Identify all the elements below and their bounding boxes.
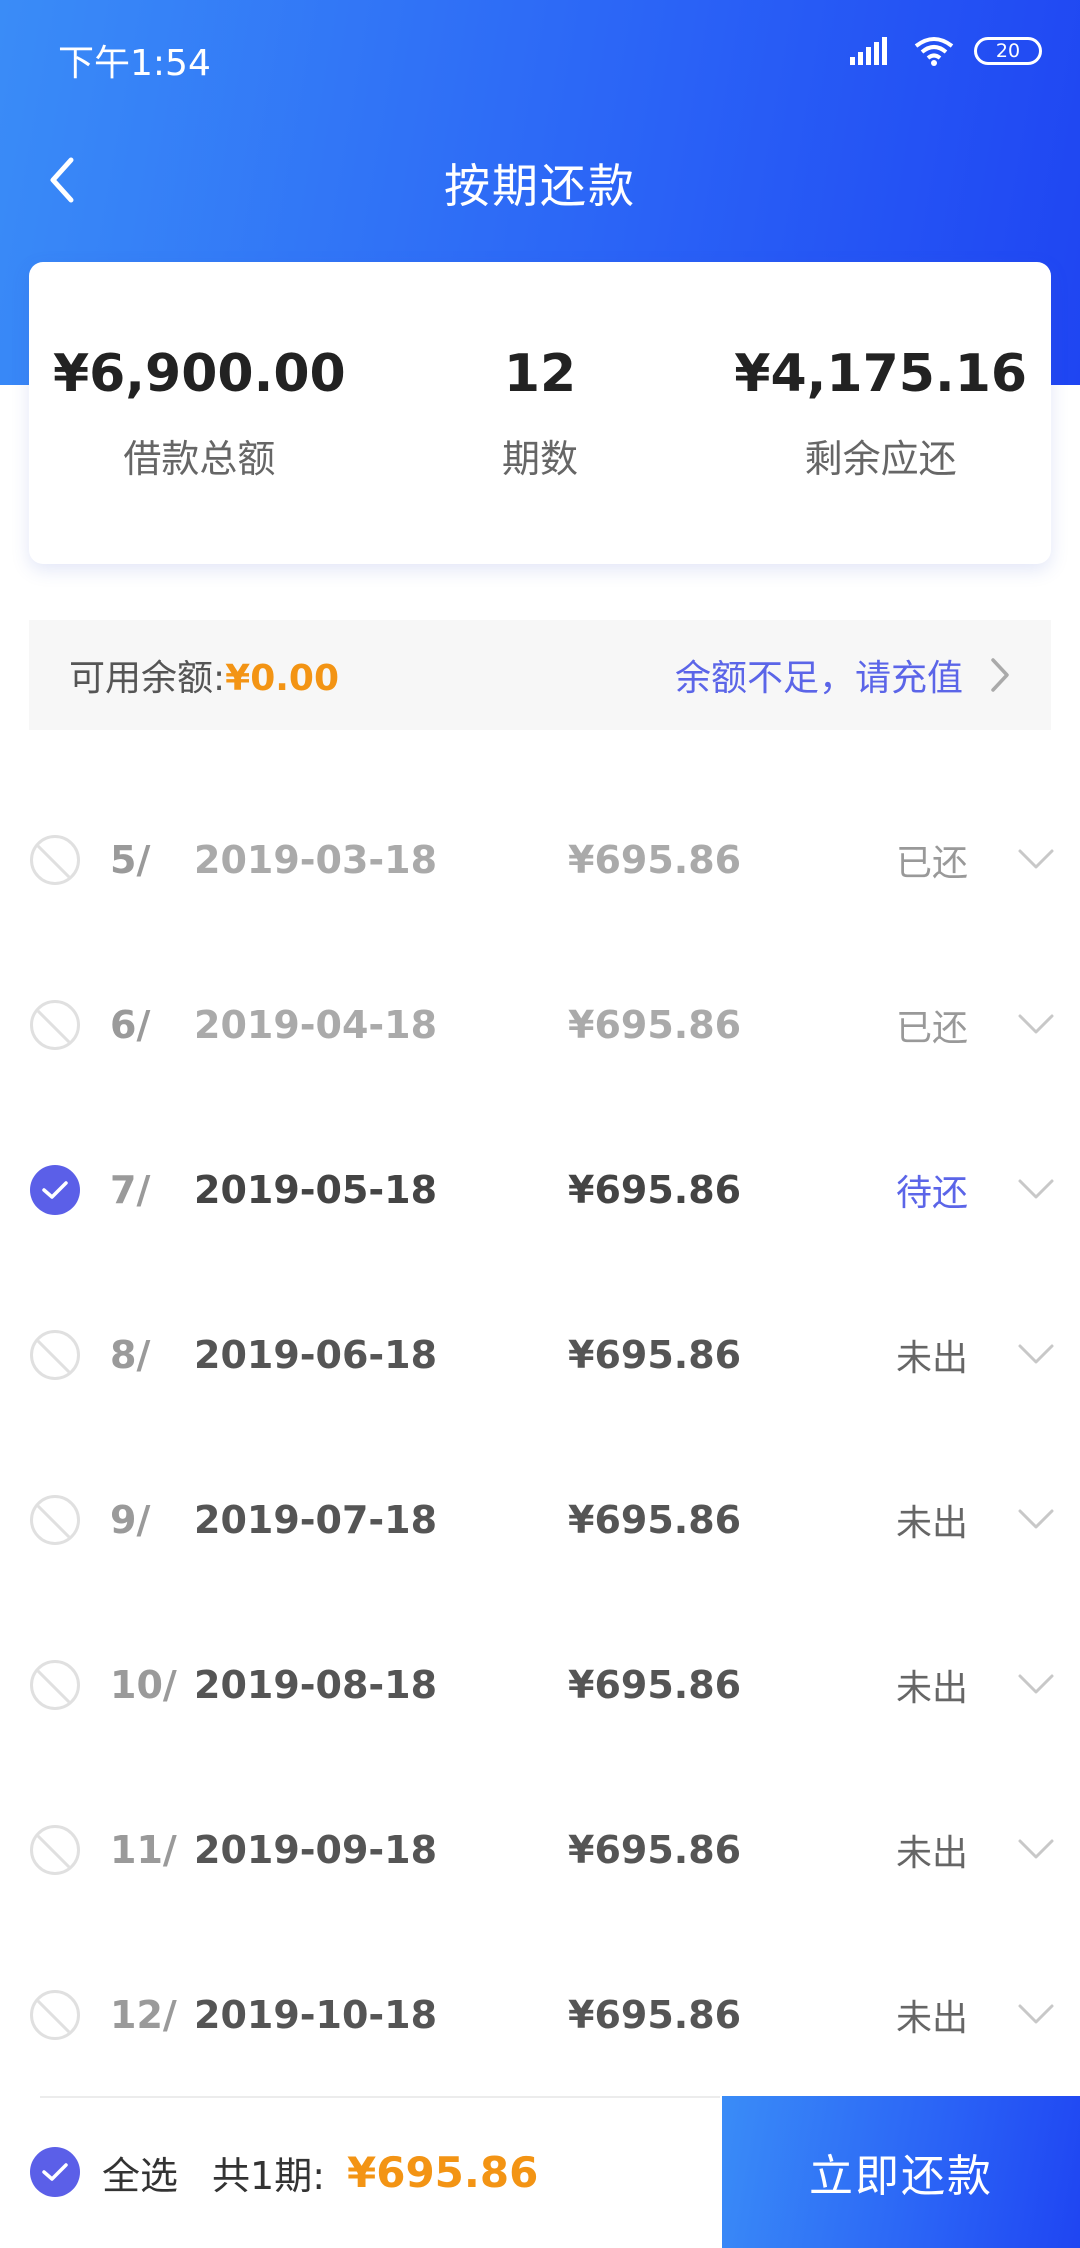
chevron-down-icon[interactable] — [1016, 1670, 1056, 1700]
installment-row[interactable]: 8/ 2019-06-18 ¥695.86 未出 — [0, 1272, 1080, 1437]
period-number: 9/ — [110, 1497, 151, 1542]
period-number: 12/ — [110, 1992, 177, 2037]
installment-amount: ¥695.86 — [568, 1497, 742, 1542]
chevron-down-icon[interactable] — [1016, 1175, 1056, 1205]
installment-amount: ¥695.86 — [568, 1167, 742, 1212]
installment-status: 待还 — [896, 1172, 969, 1214]
chevron-down-icon[interactable] — [1016, 1340, 1056, 1370]
summary-periods: 12 期数 — [370, 344, 711, 483]
installment-row[interactable]: 6/ 2019-04-18 ¥695.86 已还 — [0, 942, 1080, 1107]
battery-icon: 20 — [974, 37, 1042, 65]
installment-amount: ¥695.86 — [568, 1332, 742, 1377]
balance-amount: ¥0.00 — [225, 658, 340, 699]
due-date: 2019-06-18 — [194, 1332, 438, 1377]
disabled-checkbox-icon — [30, 1329, 80, 1380]
recharge-text: 余额不足，请充值 — [674, 658, 963, 699]
period-number: 5/ — [110, 837, 151, 882]
installment-status: 未出 — [896, 1502, 969, 1544]
installment-row[interactable]: 5/ 2019-03-18 ¥695.86 已还 — [0, 777, 1080, 942]
wifi-icon — [914, 37, 954, 66]
chevron-down-icon[interactable] — [1016, 845, 1056, 875]
summary-card: ¥6,900.00 借款总额 12 期数 ¥4,175.16 剩余应还 — [29, 262, 1051, 564]
status-bar: 下午1:54 20 — [0, 0, 1080, 110]
period-number: 7/ — [110, 1167, 151, 1212]
chevron-down-icon[interactable] — [1016, 1505, 1056, 1535]
balance-bar: 可用余额:¥0.00 余额不足，请充值 — [29, 620, 1051, 730]
nav-bar: 按期还款 — [0, 130, 1080, 230]
page-title: 按期还款 — [444, 159, 636, 213]
installment-amount: ¥695.86 — [568, 1827, 742, 1872]
repay-now-button[interactable]: 立即还款 — [722, 2096, 1080, 2248]
installment-amount: ¥695.86 — [568, 1992, 742, 2037]
summary-total-loan: ¥6,900.00 借款总额 — [29, 344, 370, 483]
summary-value: ¥6,900.00 — [52, 343, 346, 404]
summary-value: 12 — [503, 343, 577, 404]
installment-amount: ¥695.86 — [568, 1002, 742, 1047]
installment-status: 未出 — [896, 1337, 969, 1379]
selection-summary: 全选 共1期: ¥695.86 — [30, 2096, 538, 2248]
selected-count-label: 共1期: — [212, 2153, 325, 2198]
installment-row[interactable]: 10/ 2019-08-18 ¥695.86 未出 — [0, 1602, 1080, 1767]
installment-row[interactable]: 11/ 2019-09-18 ¥695.86 未出 — [0, 1767, 1080, 1932]
period-number: 11/ — [110, 1827, 177, 1872]
installment-row[interactable]: 9/ 2019-07-18 ¥695.86 未出 — [0, 1437, 1080, 1602]
disabled-checkbox-icon — [30, 1659, 80, 1710]
disabled-checkbox-icon — [30, 834, 80, 885]
due-date: 2019-10-18 — [194, 1992, 438, 2037]
select-all-checkbox[interactable] — [30, 2147, 80, 2197]
signal-icon — [850, 37, 887, 65]
chevron-right-icon — [991, 658, 1009, 692]
installment-row[interactable]: 7/ 2019-05-18 ¥695.86 待还 — [0, 1107, 1080, 1272]
select-all-label[interactable]: 全选 — [102, 2145, 178, 2200]
installment-status: 已还 — [896, 842, 969, 884]
period-number: 8/ — [110, 1332, 151, 1377]
summary-label: 剩余应还 — [804, 436, 957, 481]
selected-total-amount: ¥695.86 — [347, 2147, 539, 2197]
installment-status: 未出 — [896, 1832, 969, 1874]
status-icons: 20 — [850, 36, 1042, 66]
disabled-checkbox-icon — [30, 1989, 80, 2040]
recharge-link[interactable]: 余额不足，请充值 — [675, 649, 1011, 701]
disabled-checkbox-icon — [30, 1824, 80, 1875]
period-number: 10/ — [110, 1662, 177, 1707]
installment-row[interactable]: 12/ 2019-10-18 ¥695.86 未出 — [0, 1932, 1080, 2097]
installment-amount: ¥695.86 — [568, 1662, 742, 1707]
period-number: 6/ — [110, 1002, 151, 1047]
due-date: 2019-09-18 — [194, 1827, 438, 1872]
chevron-down-icon[interactable] — [1016, 1010, 1056, 1040]
checked-checkbox-icon[interactable] — [30, 1164, 80, 1215]
chevron-down-icon[interactable] — [1016, 2000, 1056, 2030]
balance-label: 可用余额: — [69, 658, 226, 699]
installment-amount: ¥695.86 — [568, 837, 742, 882]
installment-list: 5/ 2019-03-18 ¥695.86 已还 6/ 2019-04-18 ¥… — [0, 777, 1080, 2097]
due-date: 2019-05-18 — [194, 1167, 438, 1212]
installment-status: 已还 — [896, 1007, 969, 1049]
installment-status: 未出 — [896, 1667, 969, 1709]
summary-remaining: ¥4,175.16 剩余应还 — [710, 344, 1051, 483]
available-balance: 可用余额:¥0.00 — [69, 649, 339, 701]
due-date: 2019-03-18 — [194, 837, 438, 882]
bottom-bar: 全选 共1期: ¥695.86 立即还款 — [0, 2096, 1080, 2248]
summary-label: 期数 — [502, 436, 579, 481]
due-date: 2019-04-18 — [194, 1002, 438, 1047]
summary-value: ¥4,175.16 — [734, 343, 1028, 404]
chevron-down-icon[interactable] — [1016, 1835, 1056, 1865]
checkmark-icon — [42, 2163, 68, 2181]
disabled-checkbox-icon — [30, 999, 80, 1050]
due-date: 2019-07-18 — [194, 1497, 438, 1542]
due-date: 2019-08-18 — [194, 1662, 438, 1707]
summary-label: 借款总额 — [123, 436, 276, 481]
installment-status: 未出 — [896, 1997, 969, 2039]
status-time: 下午1:54 — [58, 43, 211, 84]
checkmark-icon — [42, 1180, 68, 1199]
disabled-checkbox-icon — [30, 1494, 80, 1545]
